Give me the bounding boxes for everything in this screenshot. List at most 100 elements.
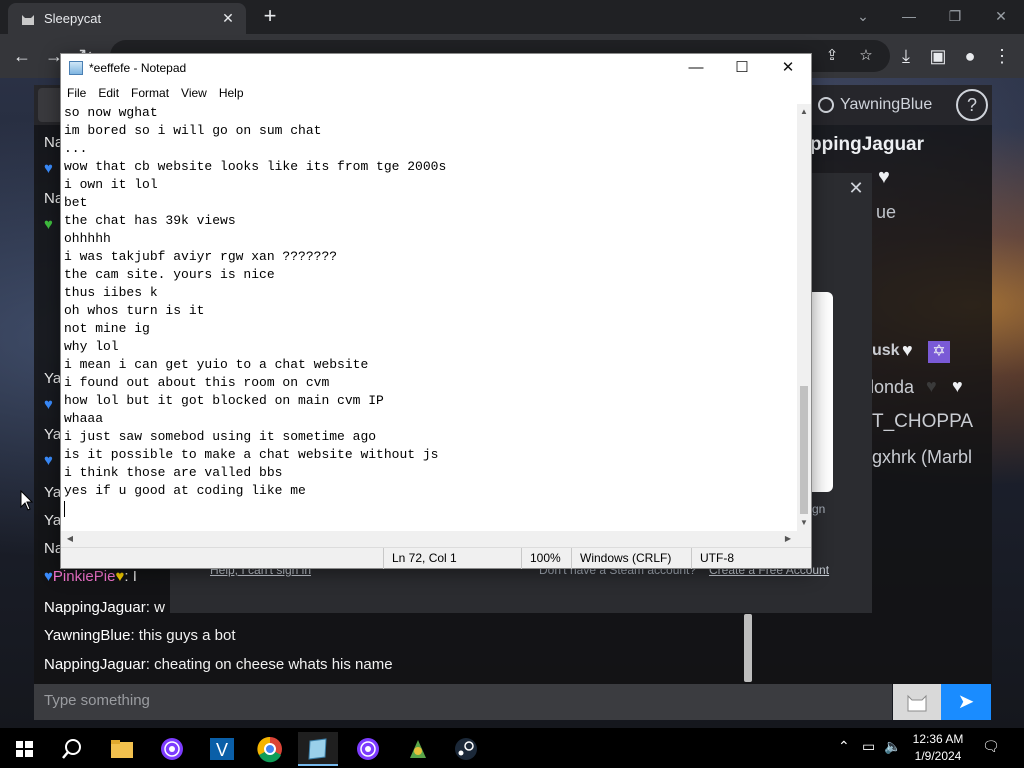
user-list-item[interactable]: ppingJaguar <box>810 134 924 156</box>
notepad-icon <box>308 738 327 760</box>
menu-view[interactable]: View <box>175 82 213 104</box>
steam-button[interactable] <box>446 732 486 766</box>
system-clock[interactable]: 12:36 AM 1/9/2024 <box>906 731 970 765</box>
download-icon[interactable]: ⤓ <box>892 42 920 70</box>
menu-format[interactable]: Format <box>125 82 175 104</box>
vertical-scrollbar[interactable]: ▲ ▼ <box>797 104 811 531</box>
clock-date: 1/9/2024 <box>914 749 962 763</box>
text-line: oh whos turn is it <box>64 303 205 318</box>
cat-icon <box>907 694 927 712</box>
notepad-icon <box>69 61 83 75</box>
network-icon[interactable]: ▭ <box>862 738 875 755</box>
text-caret <box>64 500 65 517</box>
current-user-chip[interactable]: YawningBlue <box>818 90 932 120</box>
user-list-item[interactable]: ue <box>876 202 896 223</box>
user-list-item[interactable]: londa <box>870 377 914 398</box>
chat-message: NappingJaguar: w <box>44 599 165 616</box>
close-icon[interactable]: ✕ <box>218 8 238 28</box>
chat-line-pinkie: ♥PinkiePie♥: I <box>44 568 137 585</box>
notepad-taskbar-button[interactable] <box>298 732 338 766</box>
windows-logo-icon <box>16 741 33 757</box>
game-app-button[interactable] <box>398 732 438 766</box>
start-button[interactable] <box>4 732 44 766</box>
user-list-item[interactable]: usk <box>872 342 900 360</box>
close-icon[interactable]: ✕ <box>846 178 866 198</box>
horizontal-scrollbar[interactable]: ◀ ▶ <box>61 531 797 547</box>
send-icon: ➤ <box>957 691 975 713</box>
text-line: the cam site. yours is nice <box>64 267 275 282</box>
chat-input[interactable]: Type something <box>34 684 892 720</box>
clock-time: 12:36 AM <box>912 732 964 746</box>
chat-line: Ya <box>44 370 62 387</box>
browser-tab-sleepycat[interactable]: Sleepycat ✕ <box>8 3 246 34</box>
vnc-app-button[interactable]: V <box>202 732 242 766</box>
scroll-right-icon[interactable]: ▶ <box>781 531 795 547</box>
help-button[interactable]: ? <box>956 89 988 121</box>
current-user-name: YawningBlue <box>840 96 933 113</box>
text-line: how lol but it got blocked on main cvm I… <box>64 393 384 408</box>
game-icon <box>410 740 426 758</box>
share-icon[interactable]: ⇪ <box>820 44 844 68</box>
folder-icon <box>111 740 133 758</box>
line-ending: Windows (CRLF) <box>571 548 691 569</box>
cursor-position: Ln 72, Col 1 <box>383 548 521 569</box>
scroll-down-icon[interactable]: ▼ <box>797 517 811 529</box>
volume-icon[interactable]: 🔈 <box>884 738 901 755</box>
chat-message: NappingJaguar: cheating on cheese whats … <box>44 656 393 673</box>
text-line: i was takjubf aviyr rgw xan ??????? <box>64 249 338 264</box>
file-explorer-button[interactable] <box>102 732 142 766</box>
star-icon[interactable]: ☆ <box>854 44 878 68</box>
user-list-item[interactable]: gxhrk (Marbl <box>872 447 972 468</box>
close-window-icon[interactable]: ✕ <box>986 4 1016 28</box>
restore-icon[interactable]: ❐ <box>940 4 970 28</box>
maximize-icon[interactable]: ☐ <box>719 54 765 82</box>
heart-icon: ♥ <box>952 376 963 396</box>
cat-emoji-button[interactable] <box>893 684 941 720</box>
user-list-item[interactable]: T_CHOPPA <box>872 411 973 433</box>
close-icon[interactable]: ✕ <box>765 54 811 82</box>
text-line: why lol <box>64 339 119 354</box>
scroll-left-icon[interactable]: ◀ <box>63 531 77 547</box>
back-arrow-icon[interactable]: ← <box>8 42 36 70</box>
scroll-thumb[interactable] <box>800 386 808 514</box>
tor-app-button-2[interactable] <box>348 732 388 766</box>
chat-line: Ya <box>44 484 62 501</box>
sign-in-hint: gn <box>812 502 826 516</box>
text-line: the chat has 39k views <box>64 213 236 228</box>
heart-icon: ♥ <box>44 568 53 585</box>
send-button[interactable]: ➤ <box>941 684 991 720</box>
zoom-level: 100% <box>521 548 571 569</box>
menu-edit[interactable]: Edit <box>92 82 125 104</box>
search-button[interactable] <box>52 732 92 766</box>
plus-icon[interactable]: + <box>258 5 282 29</box>
chevron-down-icon[interactable]: ⌄ <box>848 4 878 28</box>
notepad-menubar: File Edit Format View Help <box>61 82 811 104</box>
minimize-icon[interactable]: — <box>673 54 719 82</box>
windows-taskbar: V ⌃ ▭ 🔈 12:36 AM 1/9/2024 🗨 <box>0 728 1024 768</box>
text-line: is it possible to make a chat website wi… <box>64 447 439 462</box>
notifications-icon[interactable]: 🗨 <box>982 738 1000 755</box>
menu-file[interactable]: File <box>61 82 92 104</box>
kebab-menu-icon[interactable]: ⋮ <box>988 42 1016 70</box>
heart-icon: ♥ <box>44 396 53 413</box>
text-line: wow that cb website looks like its from … <box>64 159 447 174</box>
scroll-up-icon[interactable]: ▲ <box>797 106 811 118</box>
svg-text:V: V <box>216 740 228 760</box>
chat-input-placeholder: Type something <box>44 692 150 709</box>
text-line: bet <box>64 195 88 210</box>
chat-scrollbar[interactable] <box>744 614 752 682</box>
text-line: i found out about this room on cvm <box>64 375 330 390</box>
chat-message: YawningBlue: this guys a bot <box>44 627 236 644</box>
minimize-icon[interactable]: — <box>894 4 924 28</box>
search-icon <box>62 739 81 759</box>
profile-icon[interactable]: ● <box>956 42 984 70</box>
user-icon <box>818 97 834 113</box>
tor-app-button[interactable] <box>152 732 192 766</box>
tor-icon <box>357 738 379 760</box>
notepad-titlebar[interactable]: *eeffefe - Notepad — ☐ ✕ <box>61 54 811 82</box>
menu-help[interactable]: Help <box>213 82 250 104</box>
chevron-up-icon[interactable]: ⌃ <box>838 738 850 755</box>
side-panel-icon[interactable]: ▣ <box>924 42 952 70</box>
chrome-button[interactable] <box>250 732 290 766</box>
notepad-text-area[interactable]: so now wghat im bored so i will go on su… <box>61 104 797 531</box>
